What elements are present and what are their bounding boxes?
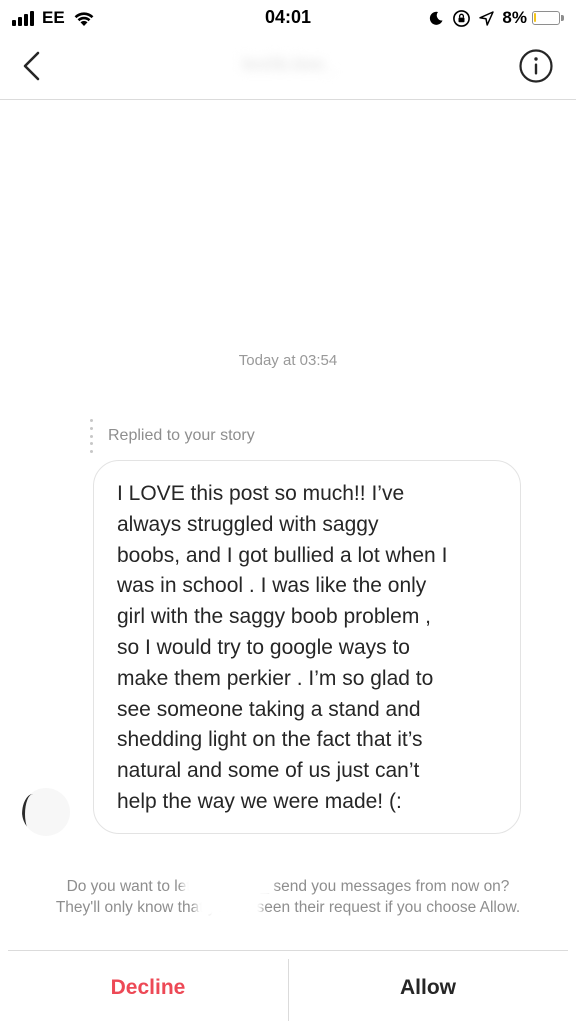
message-bubble[interactable]: I LOVE this post so much!! I’ve always s… (93, 460, 521, 834)
chevron-left-icon (23, 51, 40, 81)
decline-button[interactable]: Decline (8, 951, 288, 1024)
status-right: 8% (428, 6, 564, 30)
info-icon (519, 49, 553, 83)
back-button[interactable] (14, 48, 50, 84)
do-not-disturb-icon (430, 11, 443, 25)
battery-icon (532, 11, 564, 25)
story-reply-indicator: Replied to your story (90, 416, 255, 456)
reply-label: Replied to your story (108, 427, 255, 444)
avatar-image (22, 794, 44, 834)
battery-percent: 8% (502, 8, 527, 27)
location-icon (479, 10, 495, 26)
allow-button[interactable]: Allow (288, 951, 568, 1024)
redaction-mark (196, 894, 262, 918)
battery-fill (534, 13, 536, 22)
rotation-lock-icon (453, 9, 471, 27)
message-text: I LOVE this post so much!! I’ve always s… (117, 482, 448, 813)
message-request-prompt: Do you want to let lexiib.bee_ send you … (55, 878, 521, 916)
reply-dotted-line (90, 419, 93, 453)
status-bar: EE 04:01 8% (0, 0, 576, 36)
avatar[interactable] (22, 788, 70, 836)
nav-bar: lexiib.bee_ (0, 36, 576, 100)
battery-nub (561, 15, 564, 21)
request-actions: Decline Allow (8, 950, 568, 1024)
message-timestamp: Today at 03:54 (238, 352, 338, 369)
conversation-title: lexiib.bee_ (241, 54, 335, 74)
info-button[interactable] (518, 48, 554, 84)
